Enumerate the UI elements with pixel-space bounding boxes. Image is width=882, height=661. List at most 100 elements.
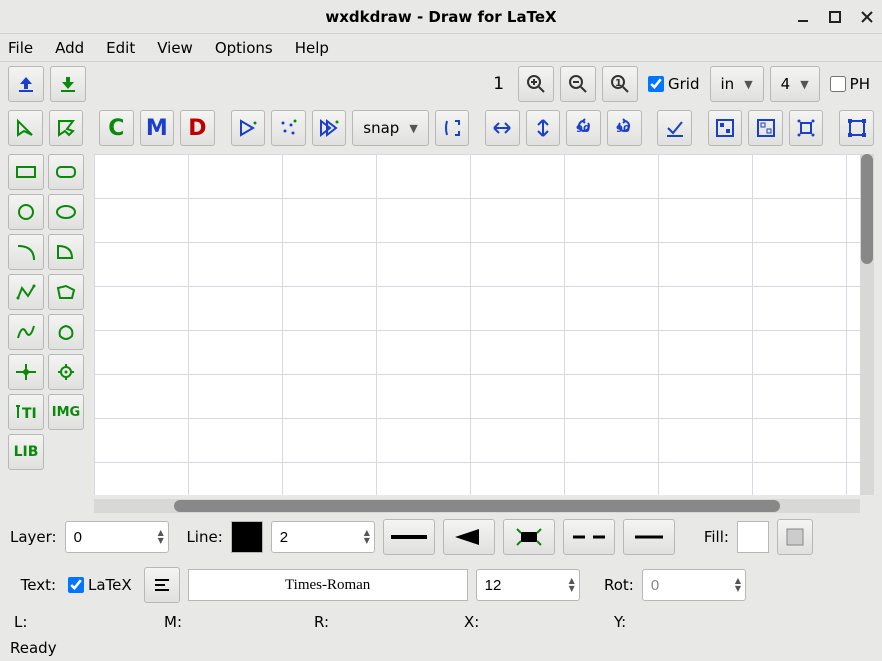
bounds-button[interactable]	[839, 110, 874, 146]
spin-arrows[interactable]: ▲▼	[360, 529, 370, 545]
arrow-start-button[interactable]	[443, 519, 495, 555]
vertical-scrollbar[interactable]	[860, 154, 874, 495]
rotate-ccw-button[interactable]: 90	[566, 110, 601, 146]
chevron-down-icon: ▼	[800, 78, 808, 91]
drawing-canvas[interactable]	[94, 154, 860, 495]
property-row-line: Layer: ▲▼ Line: ▲▼ Fill:	[0, 513, 882, 561]
menu-view[interactable]: View	[157, 39, 193, 57]
grid-checkbox-wrap[interactable]: Grid	[644, 75, 703, 93]
ph-checkbox[interactable]	[830, 76, 846, 92]
grid-checkbox-label: Grid	[668, 75, 699, 93]
layer-spinner[interactable]: ▲▼	[65, 521, 169, 553]
flip-vertical-button[interactable]	[526, 110, 561, 146]
maximize-icon[interactable]	[828, 10, 842, 24]
layer-down-button[interactable]	[50, 66, 86, 102]
left-toolbar: TI IMG LIB	[0, 150, 94, 499]
ready-row: Ready	[0, 635, 882, 661]
spin-arrows[interactable]: ▲▼	[731, 577, 741, 593]
ungroup-button[interactable]	[748, 110, 783, 146]
font-size-input[interactable]	[485, 577, 565, 594]
rotate-cw-button[interactable]: 90	[607, 110, 642, 146]
move-button[interactable]: M	[140, 110, 175, 146]
menu-options[interactable]: Options	[215, 39, 273, 57]
horizontal-scrollbar[interactable]	[94, 499, 860, 513]
pie-tool[interactable]	[48, 234, 84, 270]
rounded-rectangle-tool[interactable]	[48, 154, 84, 190]
snap-dropdown[interactable]: snap▼	[352, 110, 429, 146]
minimize-icon[interactable]	[796, 10, 810, 24]
cursor-edit-button[interactable]	[8, 110, 43, 146]
unit-dropdown[interactable]: in▼	[710, 66, 764, 102]
grid-checkbox[interactable]	[648, 76, 664, 92]
workarea: TI IMG LIB	[0, 150, 882, 499]
resize-button[interactable]	[435, 110, 470, 146]
canvas-wrap	[94, 154, 874, 495]
line-color-swatch[interactable]	[231, 521, 263, 553]
status-row: L: M: R: X: Y:	[0, 609, 882, 635]
circle-tool[interactable]	[8, 194, 44, 230]
polyline-closed-tool[interactable]	[48, 274, 84, 310]
rectangle-tool[interactable]	[8, 154, 44, 190]
text-label: Text:	[10, 576, 56, 594]
chevron-down-icon: ▼	[409, 122, 417, 135]
library-tool[interactable]: LIB	[8, 434, 44, 470]
layer-up-button[interactable]	[8, 66, 44, 102]
window-controls	[796, 10, 874, 24]
rotation-spinner[interactable]: ▲▼	[642, 569, 746, 601]
latex-checkbox-wrap[interactable]: LaTeX	[64, 576, 136, 594]
horizontal-scrollbar-thumb[interactable]	[174, 500, 780, 512]
point-multi-button[interactable]	[312, 110, 347, 146]
line-label: Line:	[177, 528, 223, 546]
delete-button[interactable]: D	[180, 110, 215, 146]
line-width-input[interactable]	[280, 529, 360, 546]
line-style-button[interactable]	[383, 519, 435, 555]
spin-arrows[interactable]: ▲▼	[154, 529, 164, 545]
properties-button[interactable]	[657, 110, 692, 146]
align-button[interactable]	[789, 110, 824, 146]
menu-file[interactable]: File	[8, 39, 33, 57]
flip-horizontal-button[interactable]	[485, 110, 520, 146]
arc-tool[interactable]	[8, 234, 44, 270]
spline-closed-tool[interactable]	[48, 314, 84, 350]
font-size-spinner[interactable]: ▲▼	[476, 569, 580, 601]
image-tool[interactable]: IMG	[48, 394, 84, 430]
vertical-scrollbar-thumb[interactable]	[861, 154, 873, 264]
line-dash-button[interactable]	[563, 519, 615, 555]
point-forward-button[interactable]	[231, 110, 266, 146]
layer-input[interactable]	[74, 529, 154, 546]
fill-pattern-button[interactable]	[777, 519, 813, 555]
dot-tool[interactable]	[48, 354, 84, 390]
status-r: R:	[314, 613, 344, 631]
spin-arrows[interactable]: ▲▼	[565, 577, 575, 593]
zoom-out-button[interactable]	[560, 66, 596, 102]
svg-text:1: 1	[615, 78, 622, 89]
latex-checkbox[interactable]	[68, 577, 84, 593]
text-tool[interactable]: TI	[8, 394, 44, 430]
rotation-input[interactable]	[651, 577, 731, 594]
subdivisions-dropdown[interactable]: 4▼	[770, 66, 820, 102]
zoom-in-button[interactable]	[518, 66, 554, 102]
group-button[interactable]	[708, 110, 743, 146]
status-ready: Ready	[10, 639, 57, 657]
cursor-select-button[interactable]	[49, 110, 84, 146]
status-x: X:	[464, 613, 494, 631]
svg-text:TI: TI	[22, 406, 37, 422]
text-align-button[interactable]	[144, 567, 180, 603]
close-icon[interactable]	[860, 10, 874, 24]
fill-color-swatch[interactable]	[737, 521, 769, 553]
ph-checkbox-wrap[interactable]: PH	[826, 75, 874, 93]
polyline-open-tool[interactable]	[8, 274, 44, 310]
font-selector[interactable]: Times-Roman	[188, 569, 468, 601]
menu-edit[interactable]: Edit	[106, 39, 135, 57]
spline-open-tool[interactable]	[8, 314, 44, 350]
copy-button[interactable]: C	[99, 110, 134, 146]
zoom-reset-button[interactable]: 1	[602, 66, 638, 102]
menu-add[interactable]: Add	[55, 39, 84, 57]
point-scatter-button[interactable]	[271, 110, 306, 146]
ellipse-tool[interactable]	[48, 194, 84, 230]
line-width-spinner[interactable]: ▲▼	[271, 521, 375, 553]
line-cap-button[interactable]	[623, 519, 675, 555]
arrow-end-button[interactable]	[503, 519, 555, 555]
menu-help[interactable]: Help	[295, 39, 329, 57]
connector-tool[interactable]	[8, 354, 44, 390]
